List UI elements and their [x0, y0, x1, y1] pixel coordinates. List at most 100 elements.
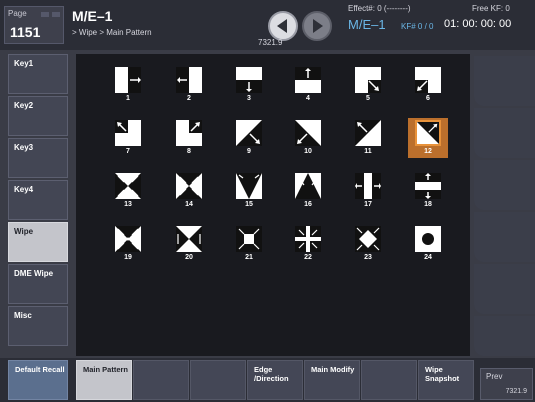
pattern-button-10[interactable]: 10 — [288, 118, 328, 158]
pattern-button-9[interactable]: 9 — [229, 118, 269, 158]
effect-label: Effect#: 0 (--------) — [348, 4, 411, 13]
pattern-button-12[interactable]: 12 — [408, 118, 448, 158]
barn-door-vertical-icon — [415, 173, 441, 199]
diagonal-wipe-up-left-icon — [355, 120, 381, 146]
pattern-number: 11 — [364, 148, 372, 155]
pattern-button-20[interactable]: 20 — [169, 224, 209, 264]
tab-misc[interactable]: Misc — [8, 306, 68, 346]
tab-key2[interactable]: Key2 — [8, 96, 68, 136]
pattern-number: 7 — [126, 148, 130, 155]
pattern-grid: 1 2 3 4 5 6 7 8 9 10 11 12 13 14 15 16 17 18 19 20 21 22 23 24 — [76, 54, 470, 356]
pattern-button-14[interactable]: 14 — [169, 171, 209, 211]
edge-direction-button[interactable]: Edge /Direction — [247, 360, 303, 400]
blank-button[interactable] — [133, 360, 189, 400]
previous-page-button[interactable] — [268, 11, 298, 41]
pattern-number: 12 — [424, 148, 432, 155]
diagonal-wipe-down-right-icon — [236, 120, 262, 146]
wipe-snapshot-button[interactable]: Wipe Snapshot — [418, 360, 474, 400]
pattern-button-7[interactable]: 7 — [108, 118, 148, 158]
bowtie-vertical-icon — [176, 226, 202, 252]
triangle-down-icon — [236, 173, 262, 199]
prev-box[interactable]: Prev 7321.9 — [480, 368, 533, 400]
pattern-button-1[interactable]: 1 — [108, 65, 148, 105]
pattern-button-8[interactable]: 8 — [169, 118, 209, 158]
default-recall-button[interactable]: Default Recall — [8, 360, 68, 400]
tab-key1[interactable]: Key1 — [8, 54, 68, 94]
side-panel-button[interactable] — [474, 56, 535, 106]
tab-label: Key1 — [14, 59, 34, 68]
page-number: 1151 — [10, 24, 41, 40]
pattern-number: 10 — [304, 148, 312, 155]
me-title: M/E–1 — [72, 8, 113, 24]
arrow-left-icon — [277, 19, 287, 33]
free-kf: Free KF: 0 — [472, 4, 510, 13]
pattern-number: 16 — [304, 201, 312, 208]
button-label: Wipe Snapshot — [425, 365, 460, 383]
tab-label: Key3 — [14, 143, 34, 152]
bottom-bar: Default Recall Main Pattern Edge /Direct… — [0, 358, 535, 402]
side-panel-button[interactable] — [474, 160, 535, 210]
pattern-button-15[interactable]: 15 — [229, 171, 269, 211]
pattern-button-22[interactable]: 22 — [288, 224, 328, 264]
diagonal-wipe-down-left-icon — [295, 120, 321, 146]
tab-key4[interactable]: Key4 — [8, 180, 68, 220]
blank-button[interactable] — [361, 360, 417, 400]
pattern-number: 1 — [126, 95, 130, 102]
tab-label: DME Wipe — [14, 269, 54, 278]
bowtie-horizontal-in-icon — [176, 173, 202, 199]
pattern-number: 24 — [424, 254, 432, 261]
tab-key3[interactable]: Key3 — [8, 138, 68, 178]
pattern-button-2[interactable]: 2 — [169, 65, 209, 105]
circle-icon — [415, 226, 441, 252]
tab-wipe[interactable]: Wipe — [8, 222, 68, 262]
side-panel-button[interactable] — [474, 108, 535, 158]
nav-value: 7321.9 — [258, 38, 283, 47]
wipe-up-icon — [295, 67, 321, 93]
side-panel-button[interactable] — [474, 212, 535, 262]
main-modify-button[interactable]: Main Modify — [304, 360, 360, 400]
page-label: Page — [8, 9, 27, 18]
pattern-number: 19 — [124, 254, 132, 261]
pattern-button-5[interactable]: 5 — [348, 65, 388, 105]
pattern-button-13[interactable]: 13 — [108, 171, 148, 211]
pattern-number: 17 — [364, 201, 372, 208]
pattern-number: 18 — [424, 201, 432, 208]
tab-label: Wipe — [14, 227, 34, 236]
blank-button[interactable] — [190, 360, 246, 400]
pattern-button-4[interactable]: 4 — [288, 65, 328, 105]
next-page-button[interactable] — [302, 11, 332, 41]
tab-label: Misc — [14, 311, 32, 320]
main-pattern-button[interactable]: Main Pattern — [76, 360, 132, 400]
bowtie-horizontal-out-icon — [115, 173, 141, 199]
pattern-button-21[interactable]: 21 — [229, 224, 269, 264]
page-number-box[interactable]: Page 1151 — [4, 6, 64, 44]
side-panel-button[interactable] — [474, 264, 535, 314]
button-label: Main Pattern — [83, 365, 129, 374]
wipe-corner-up-right-icon — [176, 120, 202, 146]
pattern-button-11[interactable]: 11 — [348, 118, 388, 158]
pattern-button-3[interactable]: 3 — [229, 65, 269, 105]
breadcrumb: > Wipe > Main Pattern — [72, 28, 152, 37]
wipe-down-right-icon — [355, 67, 381, 93]
wipe-down-icon — [236, 67, 262, 93]
arrow-right-icon — [313, 19, 323, 33]
tab-label: Key2 — [14, 101, 34, 110]
tab-label: Key4 — [14, 185, 34, 194]
me-indicator: M/E–1 — [348, 17, 386, 32]
pattern-button-6[interactable]: 6 — [408, 65, 448, 105]
timecode: 01: 00: 00: 00 — [444, 18, 512, 30]
pattern-button-18[interactable]: 18 — [408, 171, 448, 211]
pattern-number: 2 — [187, 95, 191, 102]
pattern-button-23[interactable]: 23 — [348, 224, 388, 264]
wipe-up-right-icon — [415, 67, 441, 93]
pattern-number: 4 — [306, 95, 310, 102]
tab-dme-wipe[interactable]: DME Wipe — [8, 264, 68, 304]
pattern-button-24[interactable]: 24 — [408, 224, 448, 264]
prev-value: 7321.9 — [505, 388, 527, 395]
pattern-button-19[interactable]: 19 — [108, 224, 148, 264]
pattern-button-17[interactable]: 17 — [348, 171, 388, 211]
pattern-button-16[interactable]: 16 — [288, 171, 328, 211]
side-panel-button[interactable] — [474, 316, 535, 356]
wipe-up-left-icon — [115, 120, 141, 146]
triangle-up-icon — [295, 173, 321, 199]
